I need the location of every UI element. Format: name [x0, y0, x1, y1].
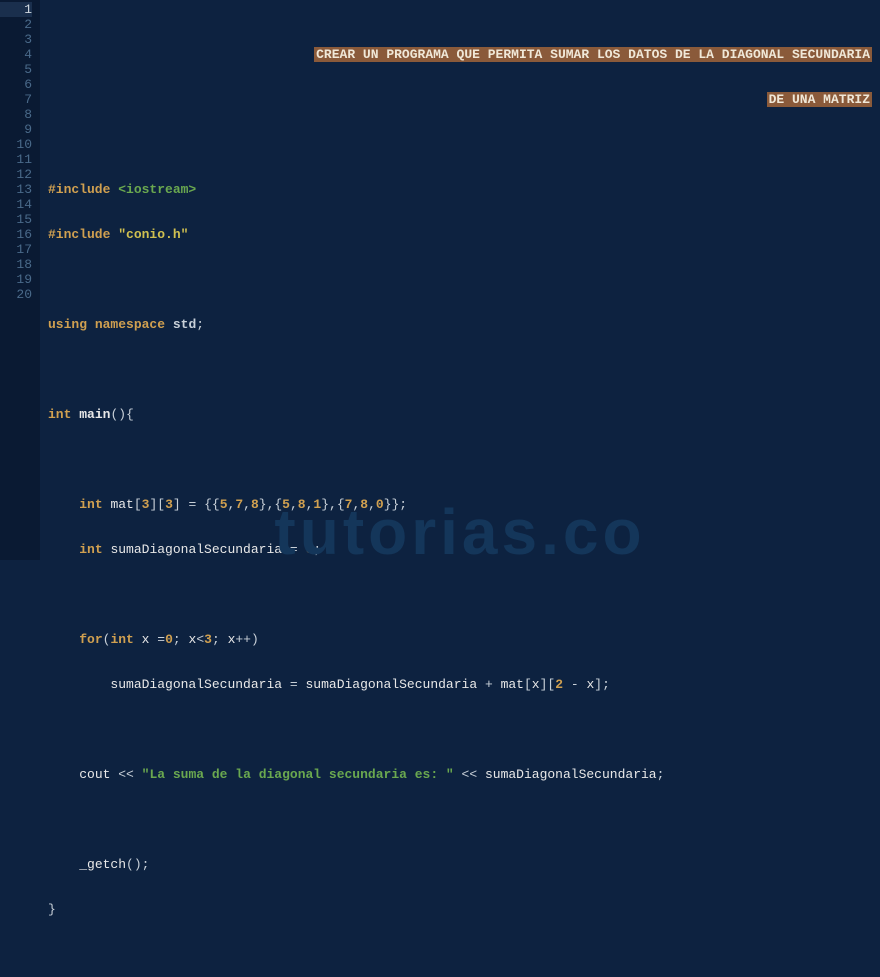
line-number: 10: [0, 137, 32, 152]
line-number: 20: [0, 287, 32, 302]
code-line: #include "conio.h": [48, 227, 880, 242]
comment-banner: CREAR UN PROGRAMA QUE PERMITA SUMAR LOS …: [314, 47, 872, 62]
line-number: 11: [0, 152, 32, 167]
keyword: using: [48, 317, 87, 332]
header: "conio.h": [118, 227, 188, 242]
code-line: CREAR UN PROGRAMA QUE PERMITA SUMAR LOS …: [48, 47, 880, 62]
code-area[interactable]: CREAR UN PROGRAMA QUE PERMITA SUMAR LOS …: [40, 0, 880, 560]
code-line: [48, 137, 880, 152]
line-number: 1: [0, 2, 32, 17]
identifier: std: [173, 317, 196, 332]
code-line: DE UNA MATRIZ: [48, 92, 880, 107]
line-number: 2: [0, 17, 32, 32]
preproc: #include: [48, 182, 118, 197]
code-line: }: [48, 902, 880, 917]
code-line: int main(){: [48, 407, 880, 422]
code-line: [48, 362, 880, 377]
line-number: 18: [0, 257, 32, 272]
string: "La suma de la diagonal secundaria es: ": [142, 767, 454, 782]
code-line: for(int x =0; x<3; x++): [48, 632, 880, 647]
number: 3: [165, 497, 173, 512]
line-number: 4: [0, 47, 32, 62]
line-number: 9: [0, 122, 32, 137]
comment-banner: DE UNA MATRIZ: [767, 92, 872, 107]
code-line: cout << "La suma de la diagonal secundar…: [48, 767, 880, 782]
line-number: 7: [0, 92, 32, 107]
header: <iostream>: [118, 182, 196, 197]
line-number: 19: [0, 272, 32, 287]
line-number: 8: [0, 107, 32, 122]
code-line: [48, 722, 880, 737]
line-number: 15: [0, 212, 32, 227]
code-line: [48, 587, 880, 602]
line-number-gutter: 1234567891011121314151617181920: [0, 0, 40, 560]
type: int: [48, 407, 71, 422]
line-number: 12: [0, 167, 32, 182]
identifier: cout: [79, 767, 110, 782]
code-line: int mat[3][3] = {{5,7,8},{5,8,1},{7,8,0}…: [48, 497, 880, 512]
code-line: using namespace std;: [48, 317, 880, 332]
watermark-text: tutorias.co: [274, 525, 645, 540]
identifier: sumaDiagonalSecundaria: [110, 542, 282, 557]
line-number: 16: [0, 227, 32, 242]
line-number: 13: [0, 182, 32, 197]
function-call: _getch: [79, 857, 126, 872]
line-number: 14: [0, 197, 32, 212]
code-line: int sumaDiagonalSecundaria = 0;: [48, 542, 880, 557]
code-line: _getch();: [48, 857, 880, 872]
type: int: [79, 542, 102, 557]
preproc: #include: [48, 227, 118, 242]
code-line: sumaDiagonalSecundaria = sumaDiagonalSec…: [48, 677, 880, 692]
function: main: [79, 407, 110, 422]
identifier: mat: [110, 497, 133, 512]
code-line: [48, 272, 880, 287]
line-number: 3: [0, 32, 32, 47]
line-number: 5: [0, 62, 32, 77]
line-number: 6: [0, 77, 32, 92]
code-line: #include <iostream>: [48, 182, 880, 197]
type: int: [79, 497, 102, 512]
line-number: 17: [0, 242, 32, 257]
keyword: for: [79, 632, 102, 647]
code-line: [48, 452, 880, 467]
code-line: [48, 812, 880, 827]
keyword: namespace: [95, 317, 165, 332]
code-editor: 1234567891011121314151617181920 CREAR UN…: [0, 0, 880, 560]
